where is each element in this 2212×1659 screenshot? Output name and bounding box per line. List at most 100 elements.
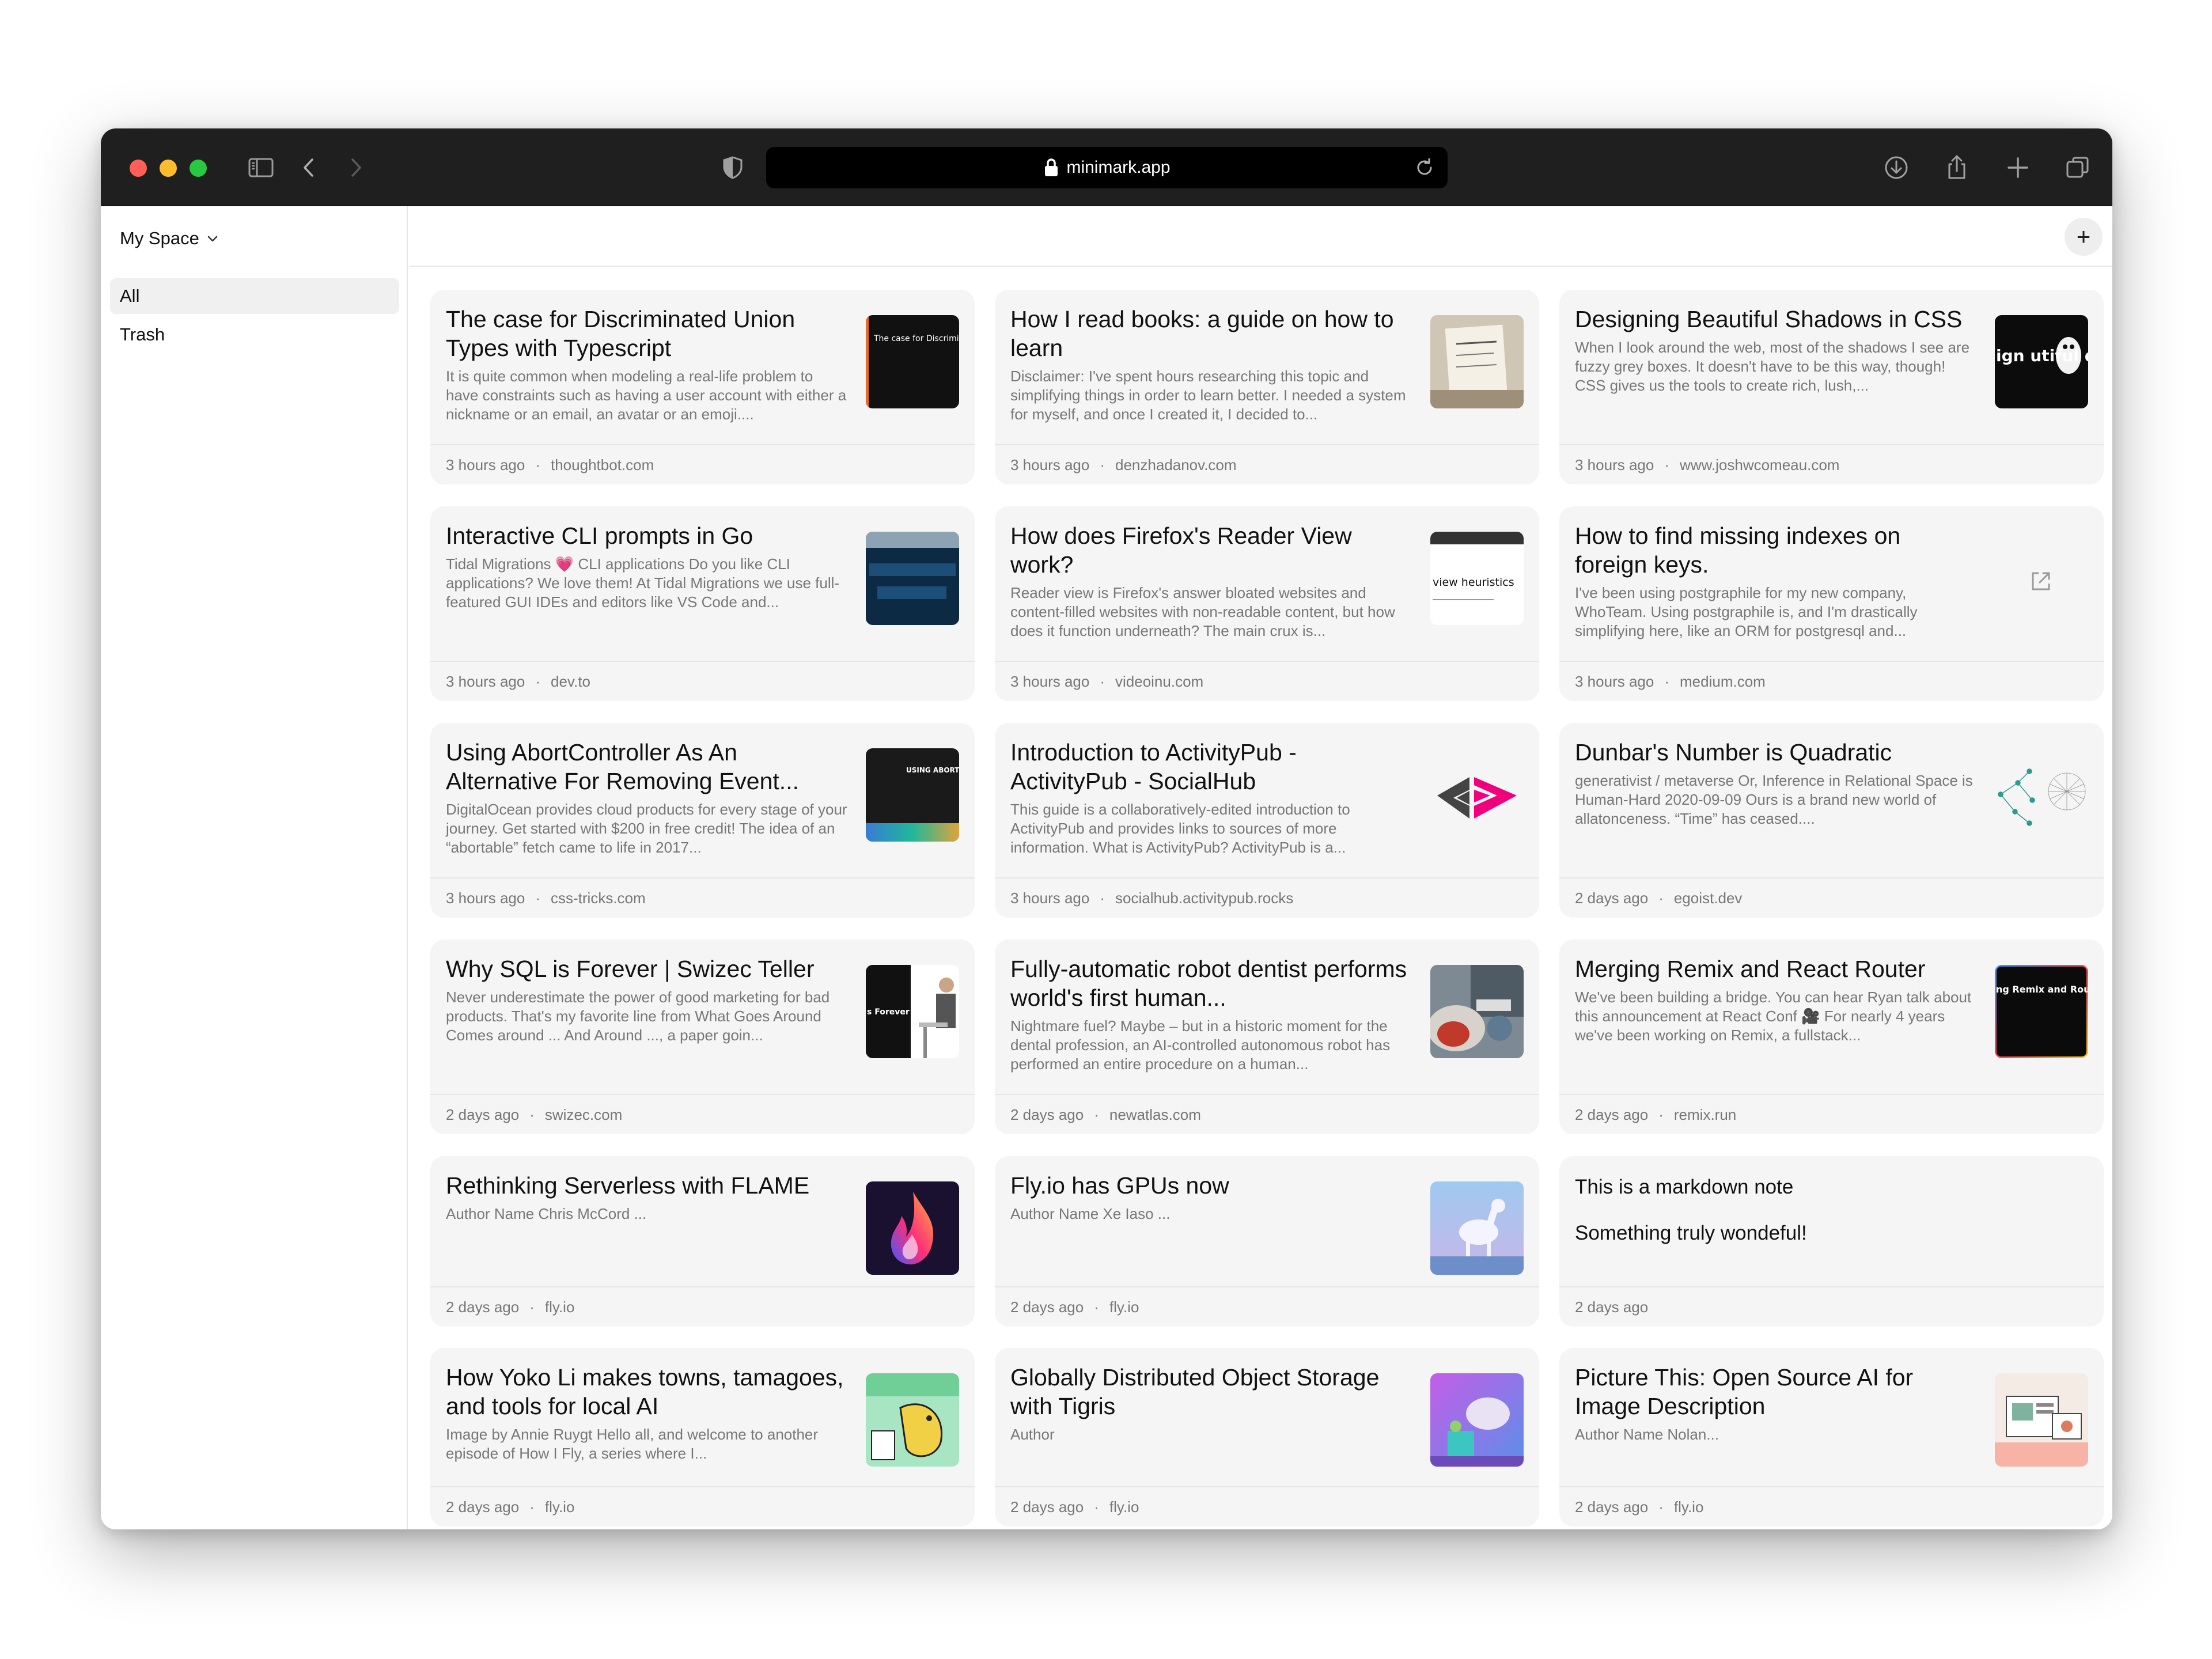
forward-icon[interactable]: [339, 151, 372, 184]
bookmark-grid-area: + The case for Discriminated Union Types…: [409, 206, 2112, 1529]
bookmark-card[interactable]: Merging Remix and React Router We've bee…: [1559, 940, 2104, 1134]
bookmark-card[interactable]: How I read books: a guide on how to lear…: [995, 290, 1539, 484]
card-domain: medium.com: [1680, 672, 1766, 690]
card-title: The case for Discriminated Union Types w…: [446, 306, 796, 361]
card-thumbnail: [1995, 1373, 2088, 1467]
bookmark-card[interactable]: Designing Beautiful Shadows in CSS When …: [1559, 290, 2104, 484]
card-domain: fly.io: [1109, 1498, 1139, 1516]
minimize-window-button[interactable]: [160, 160, 177, 177]
card-domain: fly.io: [1109, 1298, 1139, 1316]
card-thumbnail: [1430, 1373, 1524, 1467]
main-header: +: [409, 206, 2112, 267]
bookmark-card[interactable]: Introduction to ActivityPub - ActivityPu…: [995, 723, 1539, 918]
card-title: Rethinking Serverless with FLAME: [446, 1172, 810, 1199]
card-domain: css-tricks.com: [551, 889, 646, 907]
bookmark-card[interactable]: How Yoko Li makes towns, tamagoes, and t…: [430, 1348, 975, 1527]
lock-icon: [1045, 158, 1058, 176]
privacy-shield-icon[interactable]: [717, 151, 749, 184]
zoom-window-button[interactable]: [190, 160, 207, 177]
thumb-text: USING ABORTCO AS AN ALTERNA REMOVING EVE…: [906, 766, 959, 774]
card-domain: thoughtbot.com: [551, 456, 654, 474]
card-excerpt: generativist / metaverse Or, Inference i…: [1575, 772, 1973, 827]
card-time: 2 days ago: [446, 1298, 520, 1316]
card-domain: www.joshwcomeau.com: [1680, 456, 1840, 474]
card-footer: 3 hours ago · videoinu.com: [995, 661, 1539, 701]
card-thumbnail: [1995, 748, 2088, 842]
bookmark-card[interactable]: Fly.io has GPUs now Author Name Xe Iaso …: [995, 1156, 1539, 1327]
reload-icon[interactable]: [1412, 155, 1437, 180]
back-icon[interactable]: [293, 151, 325, 184]
card-footer: 2 days ago · newatlas.com: [995, 1094, 1539, 1134]
card-title: Merging Remix and React Router: [1575, 956, 1926, 982]
activitypub-logo: [1430, 748, 1524, 842]
bookmark-card[interactable]: Globally Distributed Object Storage with…: [995, 1348, 1539, 1527]
card-time: 3 hours ago: [1575, 672, 1654, 690]
bookmark-card[interactable]: Rethinking Serverless with FLAME Author …: [430, 1156, 975, 1327]
card-title: Fully-automatic robot dentist performs w…: [1010, 956, 1407, 1011]
bookmark-card[interactable]: Using AbortController As An Alternative …: [430, 723, 975, 918]
sidebar-item-trash[interactable]: Trash: [110, 317, 399, 353]
card-title: Designing Beautiful Shadows in CSS: [1575, 306, 1963, 332]
card-footer: 3 hours ago · www.joshwcomeau.com: [1559, 444, 2104, 484]
share-icon[interactable]: [1941, 151, 1973, 184]
space-selector[interactable]: My Space: [120, 228, 220, 249]
close-window-button[interactable]: [130, 160, 147, 177]
note-line: This is a markdown note: [1575, 1176, 1794, 1198]
card-time: 3 hours ago: [446, 889, 525, 907]
note-line: Something truly wondeful!: [1575, 1222, 1807, 1244]
card-time: 3 hours ago: [446, 672, 525, 690]
bookmark-card[interactable]: The case for Discriminated Union Types w…: [430, 290, 975, 484]
tab-overview-icon[interactable]: [2062, 151, 2094, 184]
card-footer: 2 days ago · fly.io: [1559, 1486, 2104, 1527]
card-domain: fly.io: [544, 1498, 575, 1516]
card-title: How does Firefox's Reader View work?: [1010, 522, 1352, 578]
sidebar-toggle-icon[interactable]: [245, 151, 277, 184]
card-excerpt: Image by Annie Ruygt Hello all, and welc…: [446, 1426, 819, 1462]
card-excerpt: I've been using postgraphile for my new …: [1575, 584, 1918, 639]
bookmark-card[interactable]: Fully-automatic robot dentist performs w…: [995, 940, 1539, 1134]
card-title: Why SQL is Forever | Swizec Teller: [446, 956, 815, 982]
flame-logo: [866, 1181, 959, 1275]
card-thumbnail: [1430, 315, 1524, 408]
card-time: 2 days ago: [1010, 1298, 1084, 1316]
card-excerpt: Author Name Chris McCord ...: [446, 1205, 647, 1222]
downloads-icon[interactable]: [1880, 151, 1912, 184]
bookmark-card[interactable]: Picture This: Open Source AI for Image D…: [1559, 1348, 2104, 1527]
thumb-text: s Forever: [867, 1007, 910, 1017]
card-footer: 2 days ago · remix.run: [1559, 1094, 2104, 1134]
new-tab-icon[interactable]: [2002, 151, 2034, 184]
bookmark-card[interactable]: Interactive CLI prompts in Go Tidal Migr…: [430, 506, 975, 701]
card-excerpt: Author: [1010, 1426, 1055, 1443]
bookmark-card[interactable]: Why SQL is Forever | Swizec Teller Never…: [430, 940, 975, 1134]
add-bookmark-button[interactable]: +: [2065, 218, 2103, 256]
address-bar[interactable]: minimark.app: [766, 147, 1448, 188]
card-domain: fly.io: [1673, 1498, 1704, 1516]
card-footer: 2 days ago: [1559, 1286, 2104, 1327]
sidebar-item-label: All: [120, 286, 140, 306]
card-thumbnail: [866, 1373, 959, 1467]
note-card[interactable]: This is a markdown note Something truly …: [1559, 1156, 2104, 1327]
browser-toolbar: minimark.app: [101, 128, 2112, 206]
card-thumbnail: [1430, 965, 1524, 1058]
card-excerpt: Author Name Nolan...: [1575, 1426, 1719, 1443]
card-excerpt: We've been building a bridge. You can he…: [1575, 988, 1972, 1044]
card-footer: 3 hours ago · dev.to: [430, 661, 975, 701]
bookmark-card[interactable]: How to find missing indexes on foreign k…: [1559, 506, 2104, 701]
card-thumbnail: [866, 532, 959, 625]
thumb-text: The case for Discriminated Union Types w…: [873, 334, 959, 343]
url-text: minimark.app: [1066, 158, 1171, 177]
external-link-icon[interactable]: [2027, 567, 2055, 595]
bookmark-card[interactable]: How does Firefox's Reader View work? Rea…: [995, 506, 1539, 701]
card-domain: swizec.com: [544, 1105, 623, 1123]
bookmark-card[interactable]: Dunbar's Number is Quadratic generativis…: [1559, 723, 2104, 918]
card-footer: 2 days ago · fly.io: [430, 1286, 975, 1327]
card-footer: 2 days ago · fly.io: [995, 1486, 1539, 1527]
thumb-text: view heuristics: [1433, 576, 1514, 589]
sidebar-item-all[interactable]: All: [110, 278, 399, 314]
card-time: 2 days ago: [1010, 1105, 1084, 1123]
card-thumbnail: [1430, 1181, 1524, 1275]
card-domain: dev.to: [551, 672, 590, 690]
card-time: 2 days ago: [1575, 1298, 1649, 1316]
card-time: 2 days ago: [1575, 889, 1649, 907]
card-time: 2 days ago: [1575, 1498, 1649, 1516]
